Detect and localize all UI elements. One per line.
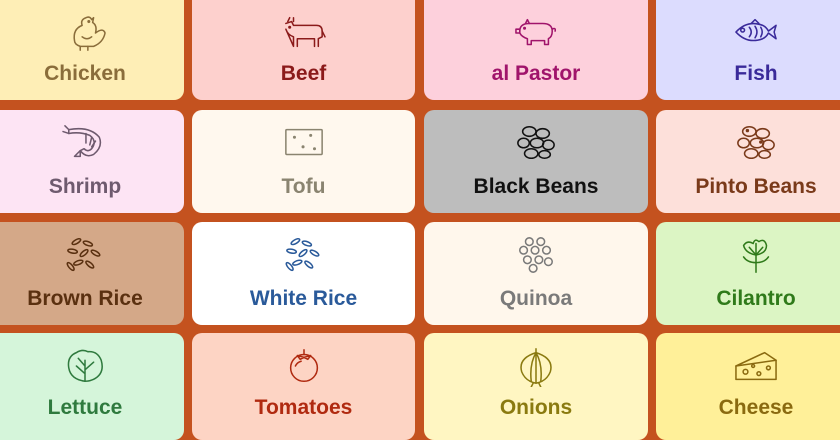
tile-lettuce[interactable]: Lettuce — [0, 333, 184, 440]
tile-label: Shrimp — [48, 175, 122, 198]
fish-icon — [731, 12, 781, 54]
pinto-beans-icon — [731, 122, 781, 164]
tile-label: Cilantro — [716, 287, 796, 310]
tile-label: Cheese — [718, 396, 794, 419]
tile-shrimp[interactable]: Shrimp — [0, 110, 184, 213]
tile-beef[interactable]: Beef — [192, 0, 415, 100]
tile-label: Brown Rice — [27, 287, 143, 310]
tile-label: Quinoa — [499, 287, 573, 310]
white-rice-icon — [279, 234, 329, 276]
tile-label: Onions — [499, 396, 573, 419]
tile-label: White Rice — [249, 287, 358, 310]
tile-label: Black Beans — [473, 175, 599, 198]
tofu-icon — [279, 122, 329, 164]
onion-icon — [511, 345, 561, 387]
tile-brown-rice[interactable]: Brown Rice — [0, 222, 184, 325]
tile-onions[interactable]: Onions — [424, 333, 648, 440]
black-beans-icon — [511, 122, 561, 164]
tile-label: Chicken — [44, 62, 126, 85]
cow-icon — [279, 12, 329, 54]
shrimp-icon — [60, 122, 110, 164]
tile-label: Tomatoes — [254, 396, 353, 419]
tile-label: Lettuce — [47, 396, 123, 419]
tile-pinto-beans[interactable]: Pinto Beans — [656, 110, 840, 213]
tile-chicken[interactable]: Chicken — [0, 0, 184, 100]
tile-tomatoes[interactable]: Tomatoes — [192, 333, 415, 440]
pig-icon — [511, 12, 561, 54]
chicken-icon — [60, 12, 110, 54]
brown-rice-icon — [60, 234, 110, 276]
quinoa-icon — [511, 234, 561, 276]
tile-label: Fish — [734, 62, 778, 85]
tile-tofu[interactable]: Tofu — [192, 110, 415, 213]
tile-fish[interactable]: Fish — [656, 0, 840, 100]
tile-label: Pinto Beans — [695, 175, 817, 198]
tile-al-pastor[interactable]: al Pastor — [424, 0, 648, 100]
tile-label: al Pastor — [491, 62, 581, 85]
cilantro-icon — [731, 234, 781, 276]
tile-label: Beef — [280, 62, 327, 85]
cheese-icon — [731, 345, 781, 387]
tile-label: Tofu — [281, 175, 326, 198]
tile-black-beans[interactable]: Black Beans — [424, 110, 648, 213]
tile-cheese[interactable]: Cheese — [656, 333, 840, 440]
tomato-icon — [279, 345, 329, 387]
tile-white-rice[interactable]: White Rice — [192, 222, 415, 325]
lettuce-icon — [60, 345, 110, 387]
tile-cilantro[interactable]: Cilantro — [656, 222, 840, 325]
tile-quinoa[interactable]: Quinoa — [424, 222, 648, 325]
ingredient-grid: Chicken Beef al Pastor Fish Shrimp Tofu Black … — [0, 0, 840, 440]
